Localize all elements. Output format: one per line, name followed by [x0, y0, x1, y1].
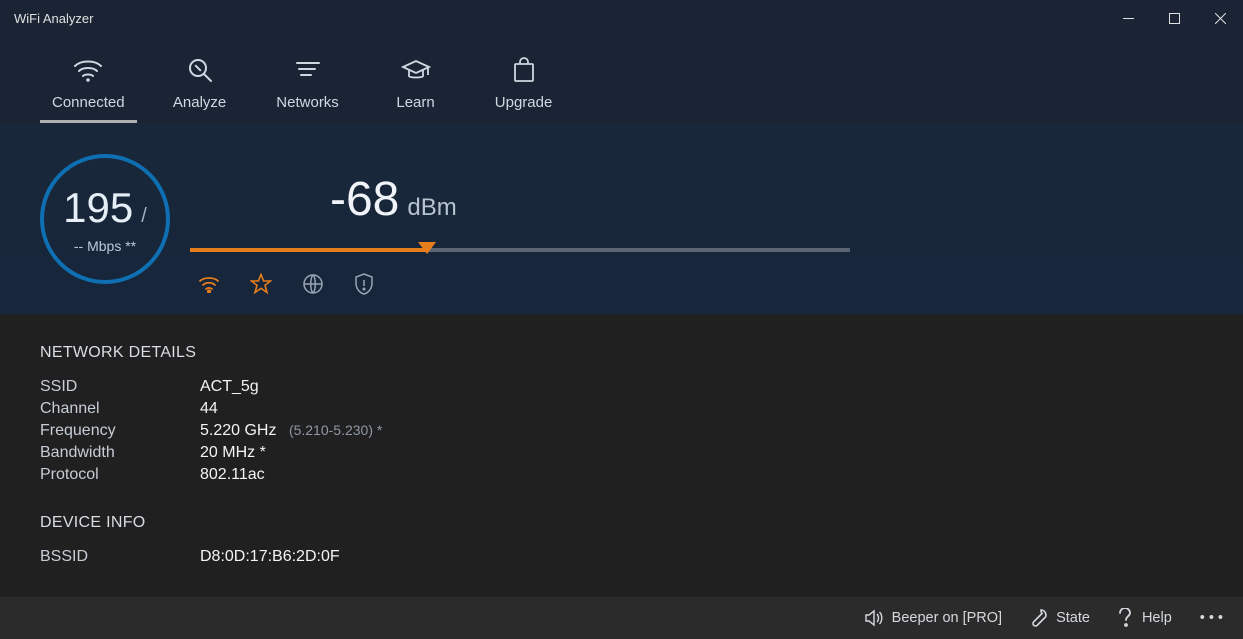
tab-label: Analyze — [173, 94, 226, 111]
star-icon[interactable] — [250, 273, 272, 295]
speaker-icon — [864, 609, 884, 627]
more-button[interactable]: ••• — [1194, 610, 1237, 626]
tab-analyze[interactable]: Analyze — [155, 56, 245, 123]
details-panel: NETWORK DETAILS SSID ACT_5g Channel 44 F… — [0, 314, 1243, 636]
state-label: State — [1056, 610, 1090, 626]
channel-key: Channel — [40, 400, 200, 418]
window-title: WiFi Analyzer — [14, 11, 93, 26]
summary-panel: 195 / -- Mbps ** -68 dBm — [0, 124, 1243, 314]
bandwidth-value: 20 MHz * — [200, 444, 1203, 462]
graduation-cap-icon — [401, 56, 431, 84]
frequency-key: Frequency — [40, 422, 200, 440]
help-label: Help — [1142, 610, 1172, 626]
signal-area: -68 dBm — [190, 154, 850, 284]
link-speed-value: 195 — [63, 184, 133, 232]
shield-icon[interactable] — [354, 272, 374, 296]
device-info-heading: DEVICE INFO — [40, 514, 1203, 532]
tab-label: Connected — [52, 94, 125, 111]
shopping-bag-icon — [512, 56, 536, 84]
globe-icon[interactable] — [302, 273, 324, 295]
signal-dbm-unit: dBm — [407, 194, 456, 222]
signal-bar-track — [190, 248, 850, 252]
help-icon — [1116, 608, 1134, 628]
signal-bar-handle[interactable] — [418, 242, 436, 254]
wrench-icon — [1028, 608, 1048, 628]
bandwidth-key: Bandwidth — [40, 444, 200, 462]
frequency-value-main: 5.220 GHz — [200, 422, 276, 439]
ssid-value: ACT_5g — [200, 378, 1203, 396]
titlebar: WiFi Analyzer — [0, 0, 1243, 36]
link-speed-unit: -- Mbps ** — [74, 238, 136, 254]
toolbar: Connected Analyze Networks — [0, 36, 1243, 124]
protocol-key: Protocol — [40, 466, 200, 484]
frequency-value: 5.220 GHz (5.210-5.230) * — [200, 422, 1203, 440]
wifi-icon — [73, 56, 103, 84]
state-button[interactable]: State — [1024, 608, 1094, 628]
tab-networks[interactable]: Networks — [263, 56, 353, 123]
status-bar: Beeper on [PRO] State Help ••• — [0, 597, 1243, 639]
speed-ring: 195 / -- Mbps ** — [40, 154, 170, 284]
bssid-value: D8:0D:17:B6:2D:0F — [200, 548, 1203, 566]
network-details-heading: NETWORK DETAILS — [40, 344, 1203, 362]
minimize-button[interactable] — [1105, 0, 1151, 36]
ssid-key: SSID — [40, 378, 200, 396]
device-info-grid: BSSID D8:0D:17:B6:2D:0F — [40, 548, 1203, 566]
magnify-icon — [187, 56, 213, 84]
mini-action-row — [198, 272, 374, 296]
beeper-status[interactable]: Beeper on [PRO] — [860, 609, 1006, 627]
wifi-small-icon[interactable] — [198, 275, 220, 293]
protocol-value: 802.11ac — [200, 466, 1203, 484]
tab-connected[interactable]: Connected — [40, 56, 137, 123]
list-icon — [295, 56, 321, 84]
tab-upgrade[interactable]: Upgrade — [479, 56, 569, 123]
network-details-grid: SSID ACT_5g Channel 44 Frequency 5.220 G… — [40, 378, 1203, 484]
signal-dbm-value: -68 — [330, 172, 399, 227]
beeper-label: Beeper on [PRO] — [892, 610, 1002, 626]
tab-label: Upgrade — [495, 94, 553, 111]
bssid-key: BSSID — [40, 548, 200, 566]
link-speed-sep: / — [141, 205, 147, 228]
signal-bar-fill — [190, 248, 425, 252]
channel-value: 44 — [200, 400, 1203, 418]
frequency-value-note: (5.210-5.230) * — [289, 422, 382, 438]
tab-learn[interactable]: Learn — [371, 56, 461, 123]
tab-label: Networks — [276, 94, 339, 111]
close-button[interactable] — [1197, 0, 1243, 36]
tab-label: Learn — [396, 94, 434, 111]
window-controls — [1105, 0, 1243, 36]
maximize-button[interactable] — [1151, 0, 1197, 36]
help-button[interactable]: Help — [1112, 608, 1176, 628]
